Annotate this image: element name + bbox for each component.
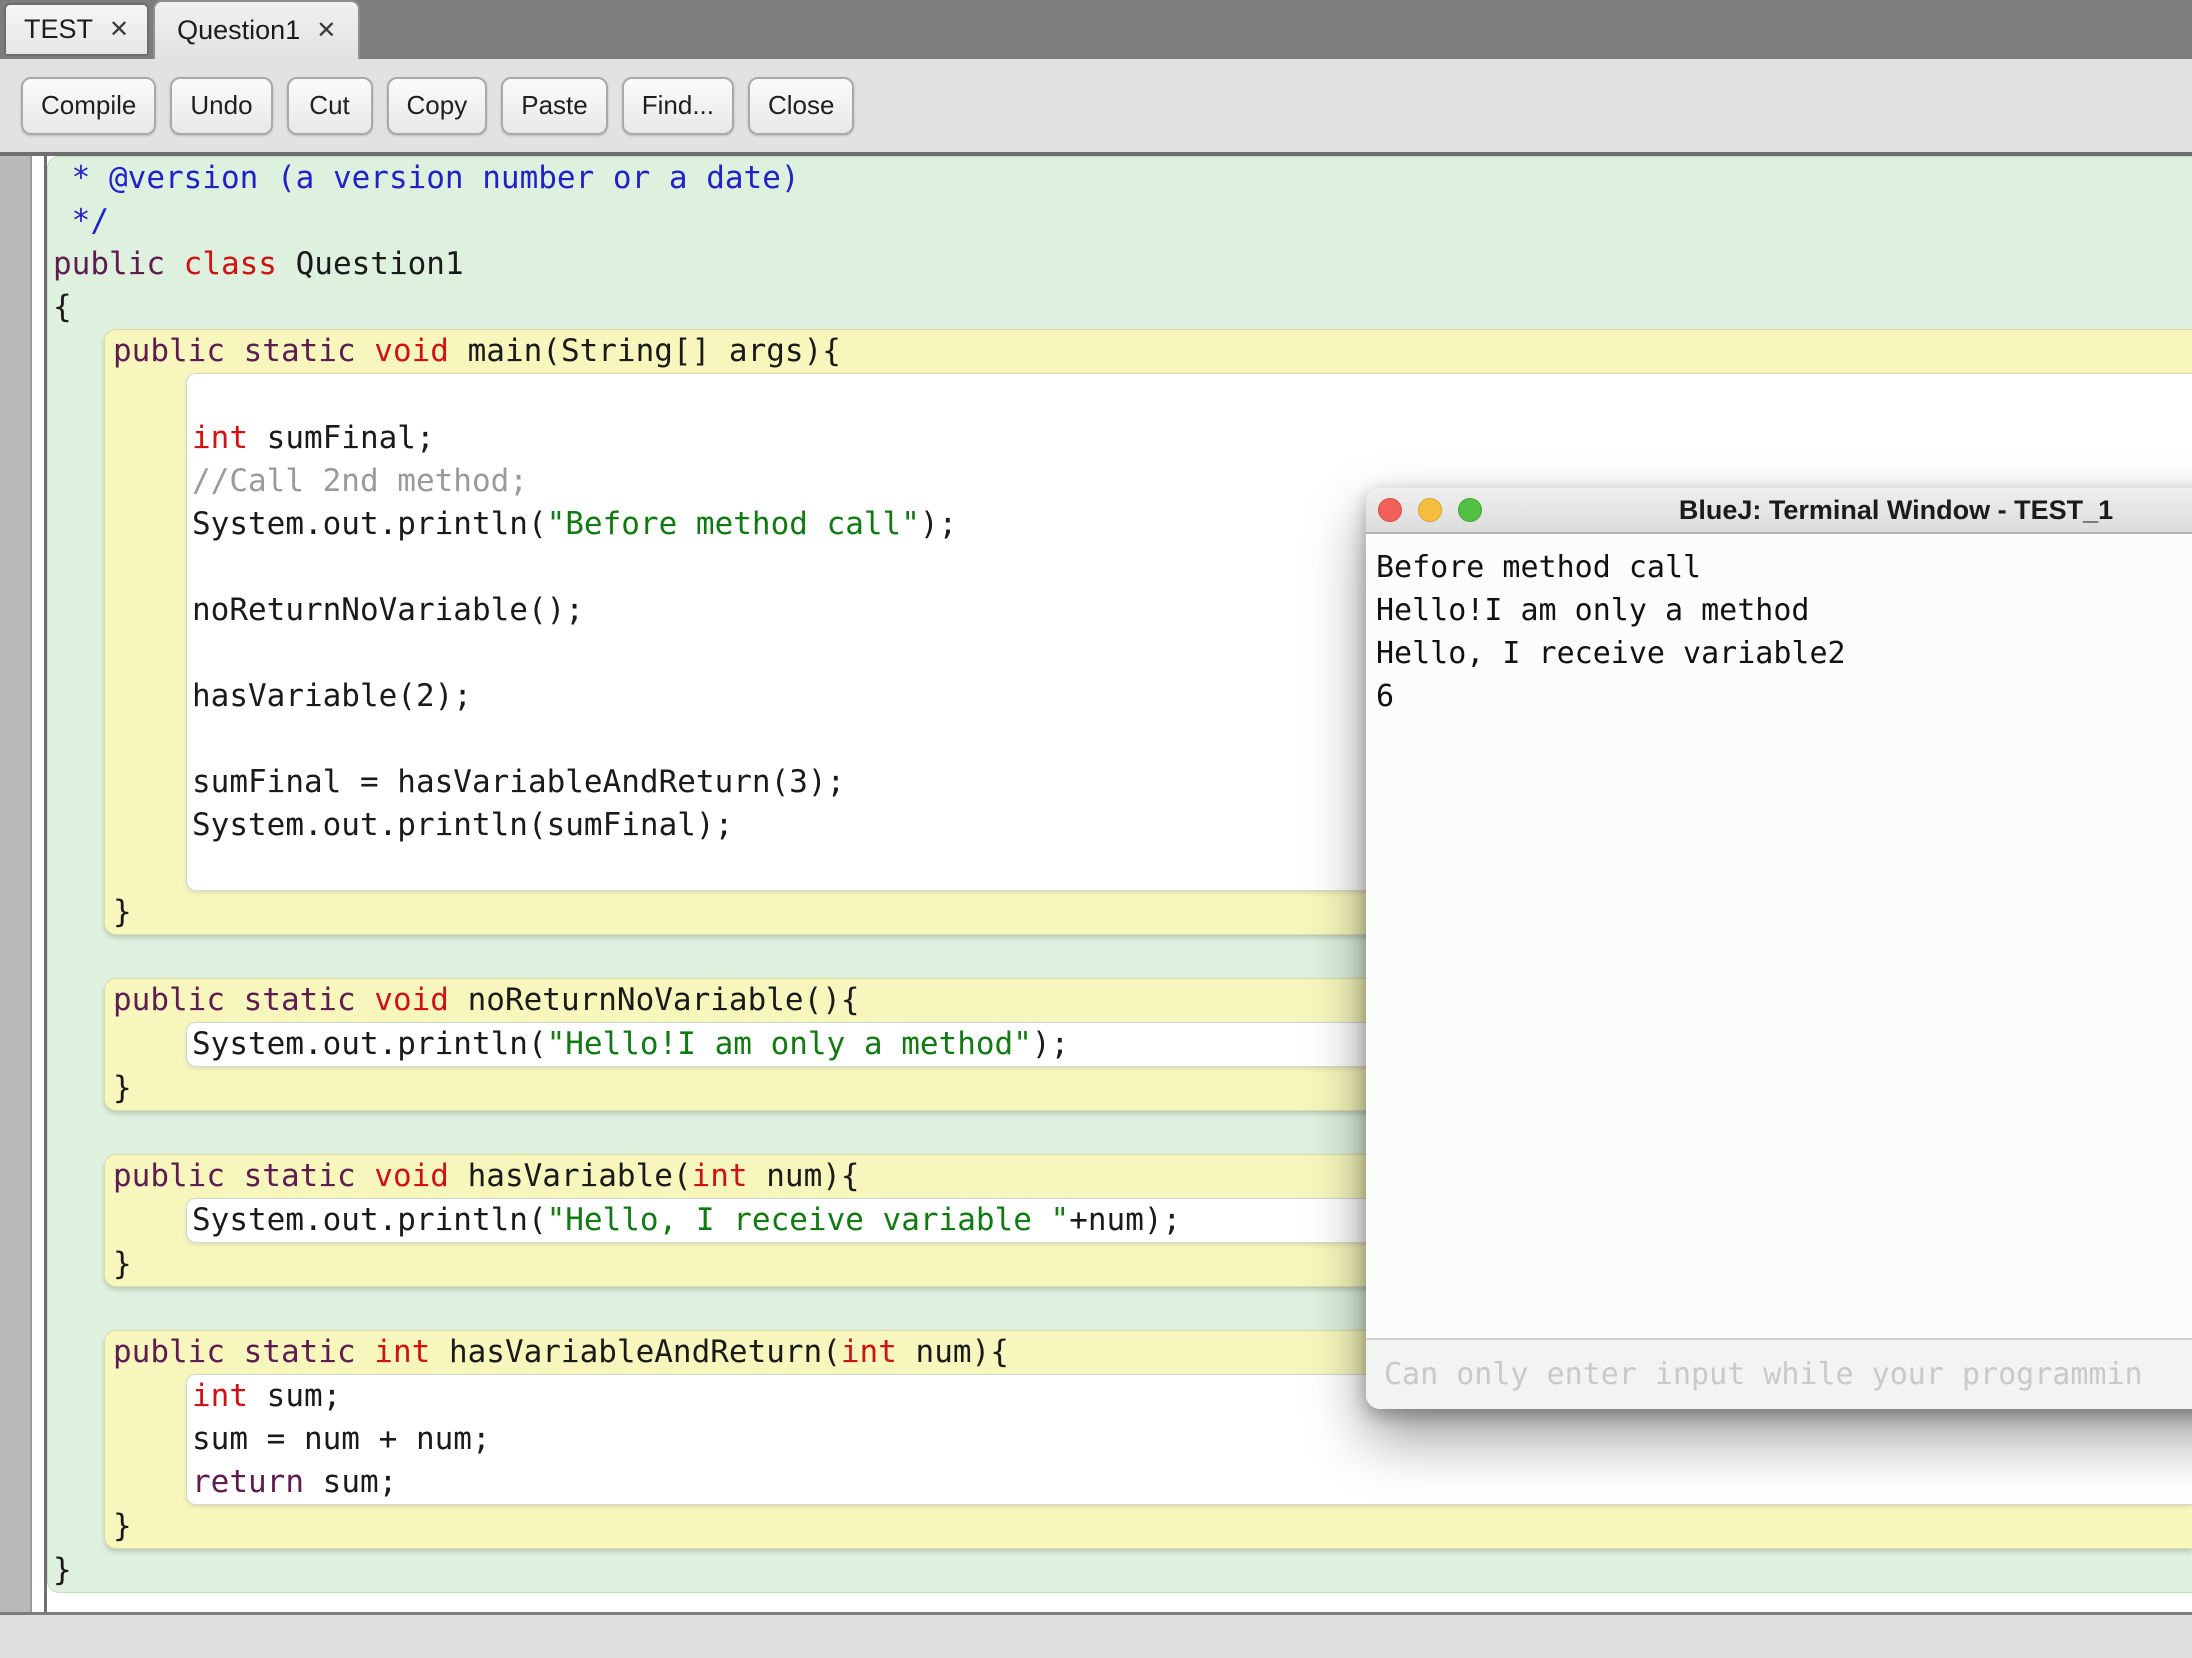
code-line: return sum;: [187, 1461, 2192, 1504]
tab-test-label: TEST: [24, 14, 93, 45]
terminal-line: Hello!I am only a method: [1376, 589, 2192, 632]
tab-test-close-icon[interactable]: ✕: [109, 18, 129, 42]
breakpoint-gutter[interactable]: [0, 156, 32, 1612]
copy-button[interactable]: Copy: [387, 77, 488, 135]
window-controls: [1378, 498, 1482, 522]
minimize-window-icon[interactable]: [1418, 498, 1442, 522]
undo-button[interactable]: Undo: [170, 77, 272, 135]
terminal-line: Before method call: [1376, 546, 2192, 589]
tab-test[interactable]: TEST ✕: [4, 3, 149, 56]
find-button[interactable]: Find...: [622, 77, 734, 135]
terminal-titlebar[interactable]: BlueJ: Terminal Window - TEST_1: [1366, 488, 2192, 534]
code-line: */: [48, 200, 2192, 243]
terminal-input-field[interactable]: Can only enter input while your programm…: [1366, 1338, 2192, 1409]
editor-toolbar: Compile Undo Cut Copy Paste Find... Clos…: [0, 59, 2192, 156]
terminal-output[interactable]: Before method callHello!I am only a meth…: [1366, 534, 2192, 1338]
code-line: int sumFinal;: [187, 417, 2192, 460]
zoom-window-icon[interactable]: [1458, 498, 1482, 522]
close-window-icon[interactable]: [1378, 498, 1402, 522]
terminal-window[interactable]: BlueJ: Terminal Window - TEST_1 Before m…: [1366, 488, 2192, 1409]
terminal-title: BlueJ: Terminal Window - TEST_1: [1366, 488, 2192, 532]
code-line: }: [48, 1549, 2192, 1592]
terminal-line: Hello, I receive variable2: [1376, 632, 2192, 675]
code-line: public class Question1: [48, 243, 2192, 286]
tab-question1-label: Question1: [177, 15, 300, 46]
tab-bar: TEST ✕ Question1 ✕: [0, 0, 2192, 59]
paste-button[interactable]: Paste: [501, 77, 608, 135]
method-closer-line: }: [105, 1505, 2192, 1548]
editor-status-strip: [0, 1612, 2192, 1658]
code-line: {: [48, 286, 2192, 329]
cut-button[interactable]: Cut: [287, 77, 373, 135]
code-line: * @version (a version number or a date): [48, 157, 2192, 200]
method-header-line: public static void main(String[] args){: [105, 330, 2192, 373]
code-line: [187, 374, 2192, 417]
close-button[interactable]: Close: [748, 77, 854, 135]
compile-button[interactable]: Compile: [21, 77, 156, 135]
code-line: sum = num + num;: [187, 1418, 2192, 1461]
tab-question1[interactable]: Question1 ✕: [153, 0, 360, 59]
tab-question1-close-icon[interactable]: ✕: [316, 19, 336, 43]
terminal-line: 6: [1376, 675, 2192, 718]
